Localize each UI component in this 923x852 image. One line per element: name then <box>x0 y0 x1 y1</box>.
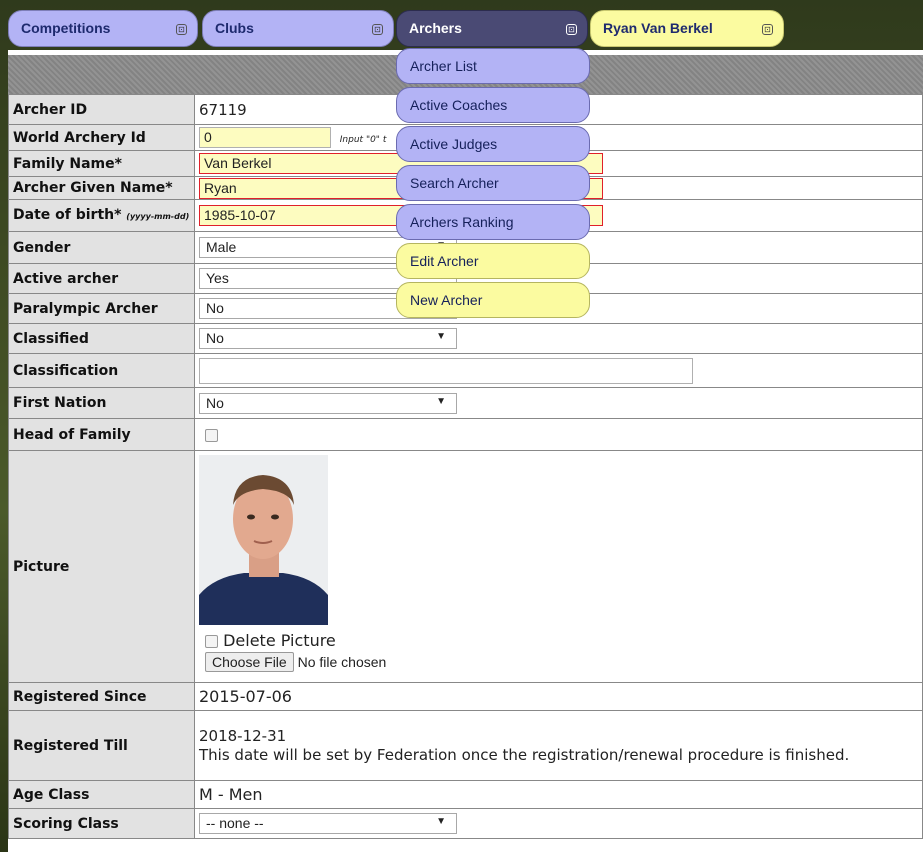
scoring-class-select[interactable]: -- none -- ▼ <box>199 813 457 834</box>
tab-competitions[interactable]: Competitions ⊡ <box>8 10 198 47</box>
tab-label: Competitions <box>21 20 111 36</box>
classified-select[interactable]: No ▼ <box>199 328 457 349</box>
menu-item-archers-ranking[interactable]: Archers Ranking <box>396 204 590 240</box>
field-label: Age Class <box>8 780 195 809</box>
expand-arrow-icon[interactable]: ⊡ <box>566 24 577 35</box>
form-row-registered-till: Registered Till 2018-12-31 This date wil… <box>8 710 923 781</box>
tab-clubs[interactable]: Clubs ⊡ <box>202 10 394 47</box>
world-archery-id-input[interactable]: 0 <box>199 127 331 148</box>
tab-label: Archers <box>409 20 462 36</box>
field-label: Family Name* <box>8 150 195 177</box>
form-row-first-nation: First Nation No ▼ <box>8 387 923 419</box>
expand-arrow-icon[interactable]: ⊡ <box>762 24 773 35</box>
menu-item-new-archer[interactable]: New Archer <box>396 282 590 318</box>
field-label: Registered Since <box>8 682 195 711</box>
menu-item-archer-list[interactable]: Archer List <box>396 48 590 84</box>
field-label: Scoring Class <box>8 808 195 839</box>
tab-current-archer[interactable]: Ryan Van Berkel ⊡ <box>590 10 784 47</box>
field-label: Classification <box>8 353 195 388</box>
form-row-head-of-family: Head of Family <box>8 418 923 451</box>
caret-down-icon: ▼ <box>436 816 446 827</box>
field-label: Classified <box>8 323 195 354</box>
dob-format-hint: (yyyy-mm-dd) <box>126 211 190 221</box>
caret-down-icon: ▼ <box>436 395 446 407</box>
head-of-family-checkbox[interactable] <box>205 428 218 442</box>
menu-item-active-coaches[interactable]: Active Coaches <box>396 87 590 123</box>
field-label: Archer ID <box>8 94 195 125</box>
field-label: Paralympic Archer <box>8 293 195 324</box>
field-label: World Archery Id <box>8 124 195 151</box>
field-label: Registered Till <box>8 710 195 781</box>
gender-value: Male <box>206 239 237 255</box>
registered-till-note: This date will be set by Federation once… <box>199 745 850 764</box>
menu-item-active-judges[interactable]: Active Judges <box>396 126 590 162</box>
form-row-age-class: Age Class M - Men <box>8 780 923 809</box>
classification-input[interactable] <box>199 357 693 384</box>
form-row-classification: Classification <box>8 353 923 388</box>
registered-till-value: 2018-12-31 <box>199 726 287 745</box>
menu-item-edit-archer[interactable]: Edit Archer <box>396 243 590 279</box>
active-archer-value: Yes <box>206 270 229 286</box>
caret-down-icon: ▼ <box>436 331 446 342</box>
world-archery-id-hint: Input "0" t <box>339 135 387 145</box>
form-row-scoring-class: Scoring Class -- none -- ▼ <box>8 808 923 839</box>
portrait-image <box>199 455 328 625</box>
age-class-value: M - Men <box>194 780 923 809</box>
first-nation-value: No <box>206 394 224 411</box>
field-label: Date of birth* <box>13 206 122 223</box>
expand-arrow-icon[interactable]: ⊡ <box>372 24 383 35</box>
archer-photo <box>199 455 328 625</box>
tab-label: Ryan Van Berkel <box>603 20 713 36</box>
tab-archers[interactable]: Archers ⊡ <box>396 10 588 47</box>
classified-value: No <box>206 330 224 346</box>
first-nation-select[interactable]: No ▼ <box>199 392 457 414</box>
field-label: Active archer <box>8 263 195 294</box>
delete-picture-checkbox[interactable] <box>205 635 218 648</box>
tab-label: Clubs <box>215 20 254 36</box>
form-row-picture: Picture Delete Picture Choose File No fi… <box>8 450 923 683</box>
menu-item-search-archer[interactable]: Search Archer <box>396 165 590 201</box>
expand-arrow-icon[interactable]: ⊡ <box>176 24 187 35</box>
form-row-classified: Classified No ▼ <box>8 323 923 354</box>
field-label: Picture <box>8 450 195 683</box>
field-label: First Nation <box>8 387 195 419</box>
main-tabs: Competitions ⊡ Clubs ⊡ Archers ⊡ Ryan Va… <box>0 0 923 50</box>
registered-since-value: 2015-07-06 <box>194 682 923 711</box>
paralympic-value: No <box>206 300 224 316</box>
field-label: Gender <box>8 231 195 264</box>
no-file-chosen-text: No file chosen <box>297 654 387 670</box>
choose-file-button[interactable]: Choose File <box>205 652 294 672</box>
field-label: Head of Family <box>8 418 195 451</box>
delete-picture-label: Delete Picture <box>223 631 336 650</box>
field-label: Archer Given Name* <box>8 176 195 200</box>
form-row-registered-since: Registered Since 2015-07-06 <box>8 682 923 711</box>
scoring-class-value: -- none -- <box>206 815 264 831</box>
